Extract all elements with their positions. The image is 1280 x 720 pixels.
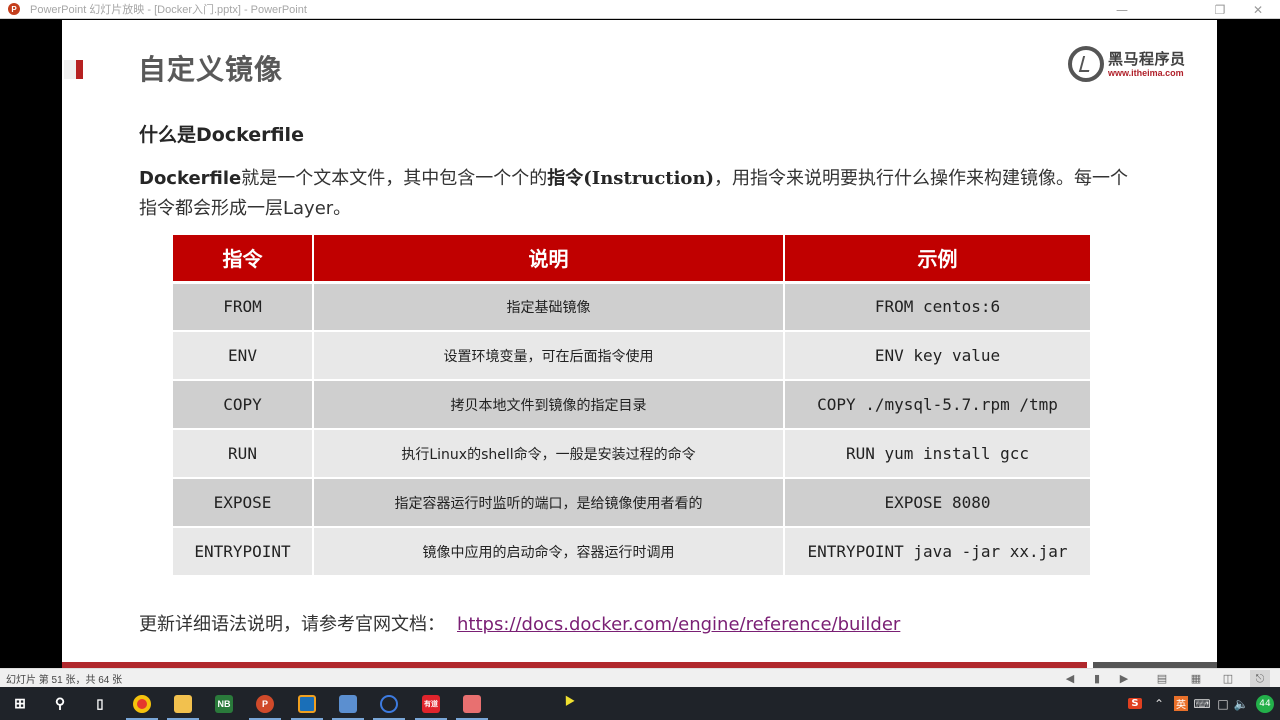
docker-docs-link[interactable]: https://docs.docker.com/engine/reference…: [457, 614, 900, 635]
para-dockerfile: Dockerfile: [139, 168, 242, 189]
start-button[interactable]: ⊞: [0, 687, 40, 720]
eraser-icon: [463, 694, 481, 713]
taskbar-explorer[interactable]: [163, 687, 203, 720]
table-row: ENV 设置环境变量，可在后面指令使用 ENV key value: [173, 331, 1090, 381]
cell-instruction: RUN: [173, 429, 314, 479]
cell-example: FROM centos:6: [784, 282, 1090, 332]
cell-example: COPY ./mysql-5.7.rpm /tmp: [784, 380, 1090, 430]
cell-example: EXPOSE 8080: [784, 478, 1090, 528]
sogou-ime-icon[interactable]: S: [1126, 687, 1144, 720]
slide[interactable]: 自定义镜像 黑马程序员 www.itheima.com 什么是Dockerfil…: [62, 20, 1217, 668]
taskbar-youdao[interactable]: 有道: [411, 687, 451, 720]
para-text-1: 就是一个文本文件，其中包含一个个的: [241, 168, 548, 189]
reference-text: 更新详细语法说明，请参考官网文档：: [139, 614, 445, 635]
taskbar-typora[interactable]: [452, 687, 492, 720]
badge-count: 44: [1256, 694, 1274, 713]
subheading: 什么是Dockerfile: [139, 124, 304, 146]
logo-url: www.itheima.com: [1108, 67, 1184, 78]
youdao-icon: 有道: [422, 694, 440, 713]
reference-note: 更新详细语法说明，请参考官网文档： https://docs.docker.com…: [139, 610, 900, 636]
cell-description: 设置环境变量，可在后面指令使用: [313, 331, 785, 381]
title-accent-bar: [76, 60, 83, 79]
windows-taskbar: ⊞ ⚲ ▯ NB P 有道 S ⌃ 英 ⌨ □ 🔈 44: [0, 687, 1280, 720]
cell-description: 拷贝本地文件到镜像的指定目录: [313, 380, 785, 430]
netbeans-icon: NB: [215, 694, 233, 713]
powerpoint-icon: P: [256, 694, 274, 713]
window-title: PowerPoint 幻灯片放映 - [Docker入门.pptx] - Pow…: [30, 4, 307, 16]
logo-name: 黑马程序员: [1108, 49, 1186, 68]
ime-mode-icon[interactable]: 英: [1172, 687, 1190, 720]
reading-view-icon[interactable]: ◫: [1218, 670, 1238, 687]
slide-counter: 幻灯片 第 51 张，共 64 张: [6, 674, 123, 686]
table-row: COPY 拷贝本地文件到镜像的指定目录 COPY ./mysql-5.7.rpm…: [173, 380, 1090, 430]
previous-icon[interactable]: ◀: [1060, 670, 1080, 687]
notification-badge[interactable]: 44: [1254, 687, 1276, 720]
header-example: 示例: [784, 235, 1090, 284]
header-instruction: 指令: [173, 235, 314, 284]
search-icon: ⚲: [54, 695, 66, 711]
table-row: FROM 指定基础镜像 FROM centos:6: [173, 282, 1090, 332]
minimize-icon[interactable]: —: [1100, 0, 1144, 19]
volume-icon[interactable]: 🔈: [1232, 687, 1250, 720]
slide-title: 自定义镜像: [138, 53, 284, 86]
normal-view-icon[interactable]: ▤: [1152, 670, 1172, 687]
sourcetree-icon: [380, 694, 398, 713]
table-header-row: 指令 说明 示例: [173, 235, 1090, 284]
cell-description: 指定基础镜像: [313, 282, 785, 332]
search-button[interactable]: ⚲: [40, 687, 80, 720]
chrome-icon: [133, 694, 151, 713]
para-instruction-en: (Instruction): [583, 168, 715, 189]
window-titlebar: P PowerPoint 幻灯片放映 - [Docker入门.pptx] - P…: [0, 0, 1280, 19]
screen: P PowerPoint 幻灯片放映 - [Docker入门.pptx] - P…: [0, 0, 1280, 720]
itheima-logo: 黑马程序员 www.itheima.com: [1068, 46, 1186, 82]
cell-description: 指定容器运行时监听的端口，是给镜像使用者看的: [313, 478, 785, 528]
cell-example: ENTRYPOINT java -jar xx.jar: [784, 527, 1090, 577]
keyboard-icon[interactable]: ⌨: [1192, 687, 1212, 720]
taskbar-virtualbox[interactable]: [287, 687, 327, 720]
ime-mode-label: 英: [1174, 696, 1188, 711]
cell-instruction: ENV: [173, 331, 314, 381]
header-description: 说明: [313, 235, 785, 284]
cell-instruction: FROM: [173, 282, 314, 332]
description-paragraph: Dockerfile就是一个文本文件，其中包含一个个的指令(Instructio…: [139, 164, 1139, 224]
title-accent-shadow: [64, 60, 76, 79]
taskbar-remote-desktop[interactable]: [328, 687, 368, 720]
virtualbox-icon: [298, 694, 316, 713]
table-row: ENTRYPOINT 镜像中应用的启动命令，容器运行时调用 ENTRYPOINT…: [173, 527, 1090, 577]
horse-logo-icon: [1068, 46, 1104, 82]
taskbar-sourcetree[interactable]: [369, 687, 409, 720]
task-view-button[interactable]: ▯: [80, 687, 120, 720]
cell-instruction: EXPOSE: [173, 478, 314, 528]
letterbox-right: [1217, 20, 1280, 668]
slide-sorter-icon[interactable]: ▦: [1186, 670, 1206, 687]
letterbox-left: [0, 20, 62, 668]
cell-description: 执行Linux的shell命令，一般是安装过程的命令: [313, 429, 785, 479]
close-icon[interactable]: ✕: [1236, 0, 1280, 19]
task-view-icon: ▯: [96, 695, 104, 711]
cell-instruction: COPY: [173, 380, 314, 430]
instruction-table: 指令 说明 示例 FROM 指定基础镜像 FROM centos:6 ENV 设…: [173, 235, 1090, 577]
monitor-icon: [339, 694, 357, 713]
menu-icon[interactable]: ▮: [1087, 670, 1107, 687]
tray-expand-icon[interactable]: ⌃: [1150, 687, 1168, 720]
taskbar-netbeans[interactable]: NB: [204, 687, 244, 720]
slideshow-icon[interactable]: ⎋: [1250, 670, 1270, 687]
windows-logo-icon: ⊞: [14, 695, 26, 711]
para-instruction-cn: 指令: [547, 168, 584, 189]
cell-description: 镜像中应用的启动命令，容器运行时调用: [313, 527, 785, 577]
slideshow-statusbar: 幻灯片 第 51 张，共 64 张 ◀ ▮ ▶ ▤ ▦ ◫ ⎋: [0, 668, 1280, 687]
next-icon[interactable]: ▶: [1114, 670, 1134, 687]
powerpoint-app-icon: P: [8, 3, 20, 15]
cell-example: ENV key value: [784, 331, 1090, 381]
taskbar-chrome[interactable]: [122, 687, 162, 720]
folder-icon: [174, 694, 192, 713]
taskbar-powerpoint[interactable]: P: [245, 687, 285, 720]
table-row: EXPOSE 指定容器运行时监听的端口，是给镜像使用者看的 EXPOSE 808…: [173, 478, 1090, 528]
network-icon[interactable]: □: [1214, 687, 1232, 720]
table-row: RUN 执行Linux的shell命令，一般是安装过程的命令 RUN yum i…: [173, 429, 1090, 479]
cell-instruction: ENTRYPOINT: [173, 527, 314, 577]
cell-example: RUN yum install gcc: [784, 429, 1090, 479]
